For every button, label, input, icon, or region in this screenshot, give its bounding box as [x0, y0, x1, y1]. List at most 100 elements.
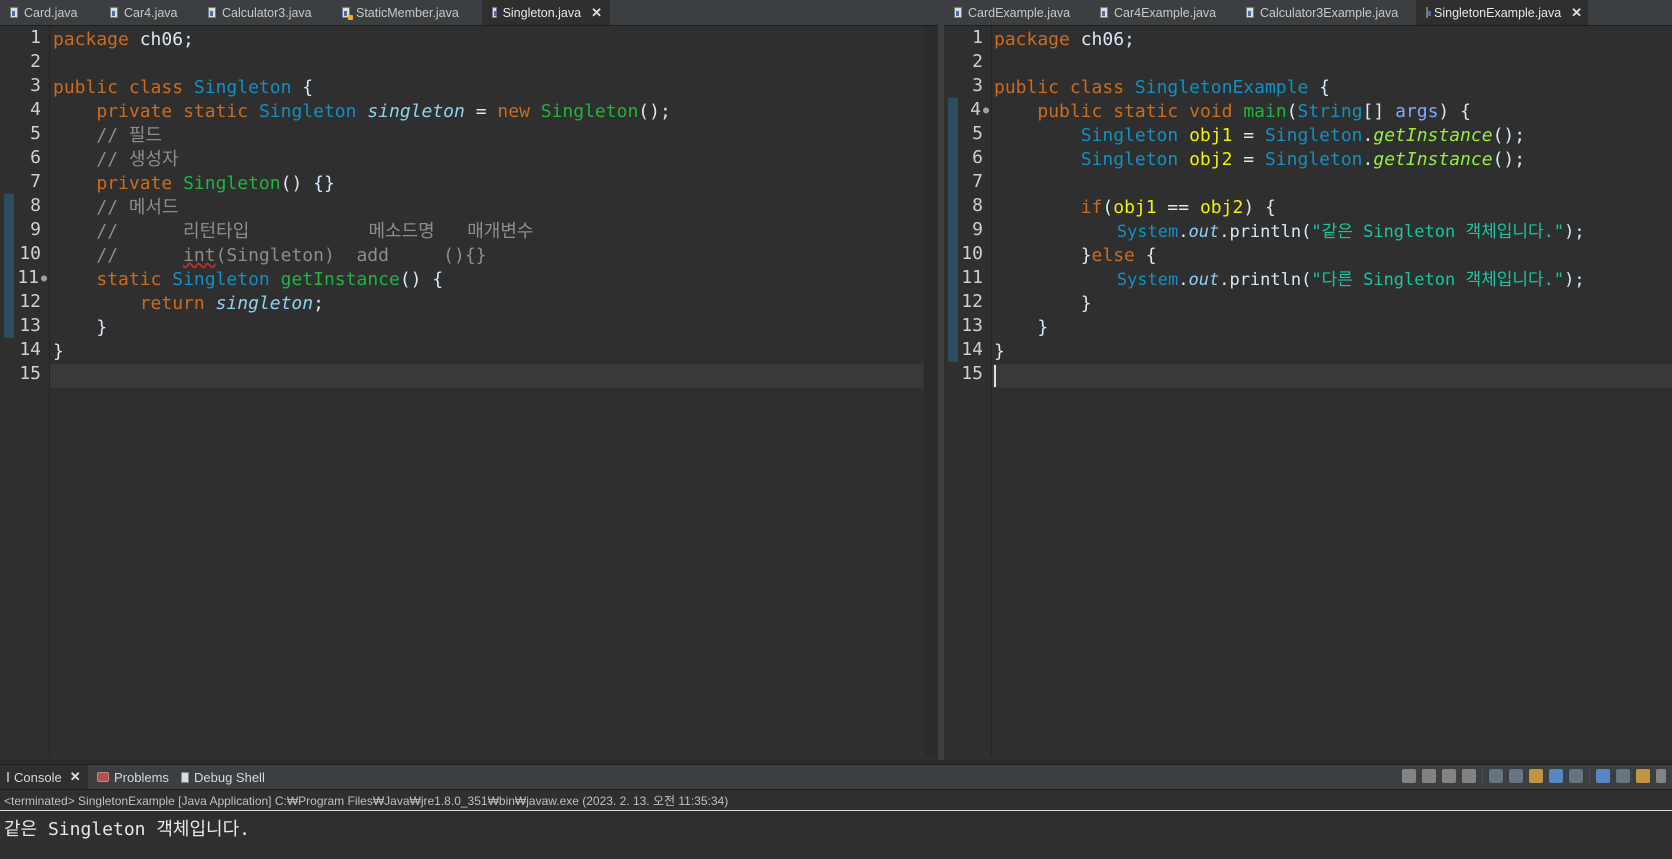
toolbar-separator — [1589, 769, 1590, 783]
clear-console-icon[interactable] — [1489, 769, 1503, 783]
refresh-icon[interactable] — [1402, 769, 1416, 783]
display-selected-console-icon[interactable] — [1616, 769, 1630, 783]
current-line-highlight — [992, 364, 1672, 388]
line-number: 4 — [30, 99, 41, 120]
line-number: 14 — [19, 339, 41, 360]
code-line: public class SingletonExample { — [994, 77, 1330, 98]
console-output[interactable]: 같은 Singleton 객체입니다. — [4, 815, 250, 841]
line-number: 1 — [30, 27, 41, 48]
java-file-icon — [954, 7, 962, 18]
code-line: } — [53, 341, 64, 362]
line-number: 11 — [961, 267, 983, 288]
code-line: // 리턴타입 메소드명 매개변수 — [96, 221, 534, 242]
line-number: 15 — [961, 363, 983, 384]
show-on-output-icon[interactable] — [1549, 769, 1563, 783]
line-number: 13 — [961, 315, 983, 336]
tab-console[interactable]: Console ✕ — [0, 765, 88, 789]
line-number: 9 — [972, 219, 983, 240]
left-code-editor[interactable]: 1 2 3 4 5 6 7 8 9 10 11 ● 12 13 14 15 pa… — [0, 26, 938, 756]
console-separator — [0, 810, 1672, 811]
tab-car4-java[interactable]: Car4.java — [100, 0, 196, 25]
java-file-icon — [110, 7, 118, 18]
console-icon — [7, 772, 9, 782]
java-file-icon — [208, 7, 216, 18]
line-number: 10 — [961, 243, 983, 264]
scroll-lock-icon[interactable] — [1509, 769, 1523, 783]
minimize-icon[interactable] — [1656, 769, 1666, 783]
tab-problems[interactable]: Problems — [90, 765, 172, 789]
java-file-icon — [1426, 7, 1431, 18]
code-line: public class Singleton { — [53, 77, 314, 98]
java-file-icon — [492, 7, 497, 18]
line-number: 5 — [972, 123, 983, 144]
code-line: package ch06; — [994, 29, 1135, 50]
tab-cardexample-java[interactable]: CardExample.java — [944, 0, 1084, 25]
console-status-line: <terminated> SingletonExample [Java Appl… — [4, 794, 729, 808]
code-line: } — [1037, 317, 1049, 338]
java-file-icon — [10, 7, 18, 18]
tab-staticmember-java[interactable]: StaticMember.java — [332, 0, 474, 25]
code-line: System.out.println("같은 Singleton 객체입니다."… — [1116, 222, 1585, 242]
text-cursor — [994, 365, 996, 387]
line-number: 10 — [19, 243, 41, 264]
console-view: Console ✕ Problems Debug Shell <terminate… — [0, 764, 1672, 859]
code-line: // 필드 — [96, 125, 162, 146]
fold-indicator-icon[interactable]: ● — [983, 105, 989, 116]
fold-indicator-icon[interactable]: ● — [41, 273, 47, 284]
code-line: System.out.println("다른 Singleton 객체입니다."… — [1116, 270, 1585, 290]
code-line: // 메서드 — [96, 197, 179, 218]
line-number: 15 — [19, 363, 41, 384]
show-on-error-icon[interactable] — [1569, 769, 1583, 783]
line-number-gutter: 1 2 3 4 ● 5 6 7 8 9 10 11 12 13 14 15 — [944, 26, 992, 756]
close-icon[interactable]: ✕ — [70, 769, 81, 785]
line-number: 14 — [961, 339, 983, 360]
line-number: 11 — [17, 267, 39, 288]
tab-debug-shell[interactable]: Debug Shell — [174, 765, 274, 789]
current-line-highlight — [50, 364, 924, 388]
right-editor-pane: CardExample.java Car4Example.java Calcul… — [944, 0, 1672, 760]
line-number: 3 — [30, 75, 41, 96]
word-wrap-icon[interactable] — [1529, 769, 1543, 783]
line-number: 8 — [30, 195, 41, 216]
right-code-editor[interactable]: 1 2 3 4 ● 5 6 7 8 9 10 11 12 13 14 15 pa… — [944, 26, 1672, 756]
code-line: public static void main(String[] args) { — [1037, 101, 1471, 122]
code-line: Singleton obj1 = Singleton.getInstance()… — [1080, 125, 1526, 146]
code-line: if(obj1 == obj2) { — [1080, 197, 1276, 218]
tab-car4example-java[interactable]: Car4Example.java — [1090, 0, 1234, 25]
tab-singletonexample-java[interactable]: SingletonExample.java ✕ — [1416, 0, 1588, 25]
line-number: 12 — [961, 291, 983, 312]
java-file-warning-icon — [342, 7, 353, 20]
right-editor-tabbar: CardExample.java Car4Example.java Calcul… — [944, 0, 1672, 26]
line-number: 7 — [30, 171, 41, 192]
code-line: private static Singleton singleton = new… — [96, 101, 671, 122]
code-line: } — [96, 317, 108, 338]
debug-shell-icon — [181, 771, 189, 783]
stop-icon[interactable] — [1422, 769, 1436, 783]
console-tabbar: Console ✕ Problems Debug Shell — [0, 765, 1672, 790]
open-console-icon[interactable] — [1636, 769, 1650, 783]
tab-card-java[interactable]: Card.java — [0, 0, 92, 25]
tab-calculator3-java[interactable]: Calculator3.java — [198, 0, 328, 25]
code-line: // 생성자 — [96, 149, 179, 170]
overview-ruler[interactable] — [923, 26, 938, 756]
code-line: package ch06; — [53, 29, 194, 50]
change-marker — [4, 194, 14, 338]
line-number: 1 — [972, 27, 983, 48]
close-icon[interactable]: ✕ — [1571, 5, 1582, 21]
problems-icon — [97, 772, 109, 782]
line-number: 2 — [972, 51, 983, 72]
code-line: // int(Singleton) add (){} — [96, 245, 487, 266]
line-number: 9 — [30, 219, 41, 240]
line-number: 12 — [19, 291, 41, 312]
left-editor-tabbar: Card.java Car4.java Calculator3.java Sta… — [0, 0, 938, 26]
line-number: 8 — [972, 195, 983, 216]
java-file-icon — [1246, 7, 1254, 18]
code-line: }else { — [1080, 245, 1157, 266]
close-icon[interactable]: ✕ — [591, 5, 602, 21]
remove-all-terminated-icon[interactable] — [1462, 769, 1476, 783]
pin-console-icon[interactable] — [1596, 769, 1610, 783]
remove-launch-icon[interactable] — [1442, 769, 1456, 783]
tab-singleton-java[interactable]: Singleton.java ✕ — [482, 0, 610, 25]
tab-calculator3example-java[interactable]: Calculator3Example.java — [1236, 0, 1414, 25]
line-number: 13 — [19, 315, 41, 336]
